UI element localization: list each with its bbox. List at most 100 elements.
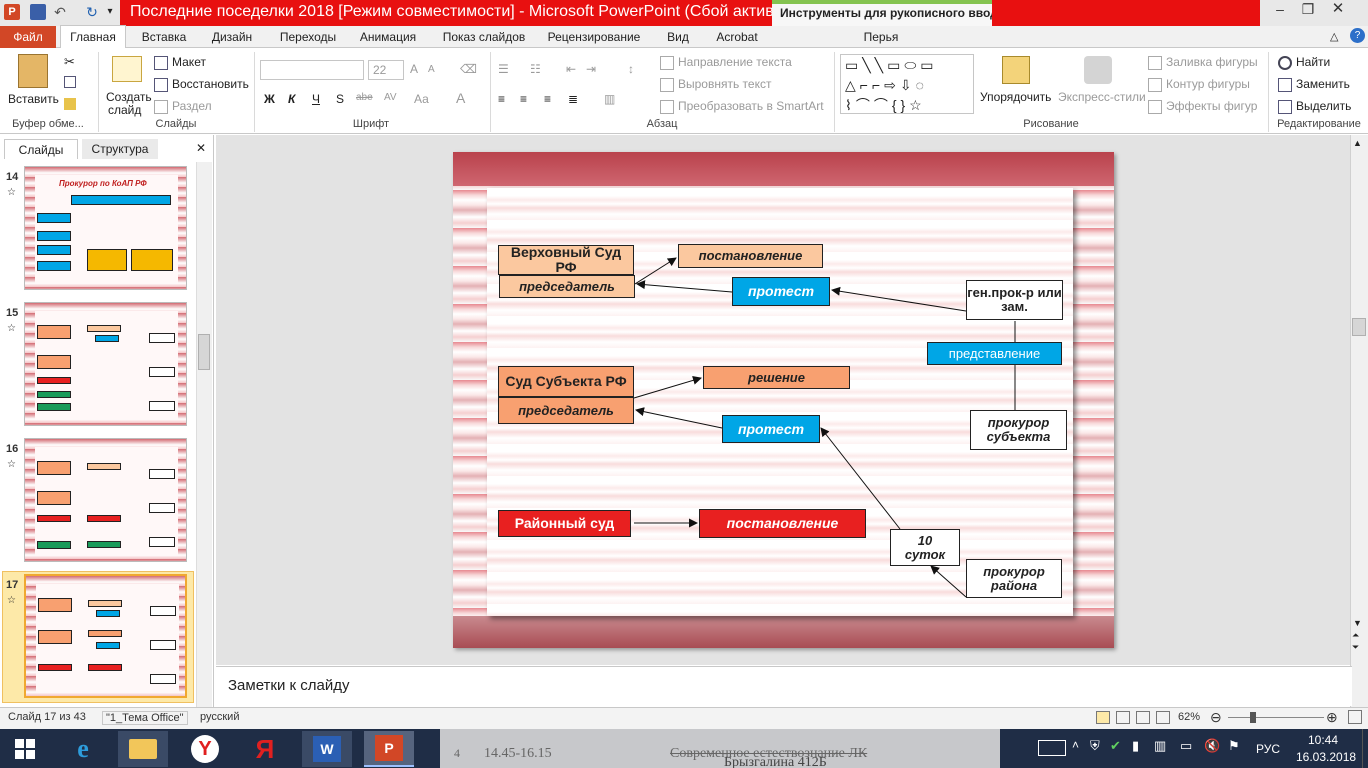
protest-box-2[interactable]: протест — [722, 415, 820, 443]
scroll-up-icon[interactable]: ▲ — [1353, 138, 1362, 148]
start-button[interactable] — [0, 731, 50, 767]
tab-file[interactable]: Файл — [0, 26, 56, 48]
italic-button[interactable]: К — [288, 92, 295, 106]
arrange-icon[interactable] — [1002, 56, 1030, 84]
bullets-icon[interactable]: ☰ — [498, 62, 509, 76]
justify-icon[interactable]: ≣ — [568, 92, 578, 106]
sync-icon[interactable]: ✔ — [1110, 738, 1121, 754]
zoom-out-icon[interactable]: ⊖ — [1210, 709, 1222, 726]
volume-muted-icon[interactable]: 🔇 — [1204, 738, 1220, 754]
zoom-slider[interactable] — [1228, 717, 1324, 718]
pane-scroll-thumb[interactable] — [198, 334, 210, 370]
slide-thumbnail-17[interactable] — [24, 574, 187, 698]
shield-icon[interactable]: ⛨ — [1090, 738, 1100, 754]
quick-styles-button[interactable]: Экспресс-стили — [1058, 90, 1146, 104]
redo-icon[interactable]: ↻ — [84, 4, 100, 20]
quick-styles-icon[interactable] — [1084, 56, 1112, 84]
tab-outline[interactable]: Структура — [82, 139, 158, 159]
fit-slide-icon[interactable] — [1348, 710, 1362, 724]
line-spacing-icon[interactable]: ↕ — [628, 62, 634, 76]
taskbar-ie[interactable]: e — [58, 731, 108, 767]
close-pane-icon[interactable]: ✕ — [196, 141, 206, 155]
format-painter-icon[interactable] — [64, 98, 76, 110]
close-button[interactable]: ✕ — [1320, 0, 1356, 20]
slide-thumbnail-16[interactable] — [24, 438, 187, 562]
grow-font-icon[interactable]: A — [410, 62, 418, 76]
underline-button[interactable]: Ч — [312, 92, 320, 106]
chairman-box-1[interactable]: председатель — [499, 275, 635, 298]
slide-sorter-icon[interactable] — [1116, 711, 1130, 724]
taskbar-word[interactable]: W — [302, 731, 352, 767]
new-slide-icon[interactable] — [112, 56, 142, 82]
next-slide-icon[interactable]: ⏷ — [1352, 642, 1359, 653]
select-button[interactable]: Выделить — [1278, 99, 1351, 114]
tab-review[interactable]: Рецензирование — [540, 26, 648, 48]
increase-indent-icon[interactable]: ⇥ — [586, 62, 596, 76]
tab-acrobat[interactable]: Acrobat — [708, 26, 766, 48]
clock-date[interactable]: 16.03.2018 — [1296, 750, 1356, 764]
zoom-in-icon[interactable]: ⊕ — [1326, 709, 1338, 726]
regional-prosecutor-box[interactable]: прокурор субъекта — [970, 410, 1067, 450]
tab-slideshow[interactable]: Показ слайдов — [434, 26, 534, 48]
language-indicator[interactable]: русский — [200, 711, 239, 723]
district-prosecutor-box[interactable]: прокурор района — [966, 559, 1062, 598]
tab-slides[interactable]: Слайды — [4, 139, 78, 159]
tab-design[interactable]: Дизайн — [202, 26, 262, 48]
decision-box[interactable]: решение — [703, 366, 850, 389]
arrange-button[interactable]: Упорядочить — [980, 90, 1051, 104]
reset-button[interactable]: Восстановить — [154, 77, 249, 92]
new-slide-button[interactable]: Создать — [106, 90, 152, 104]
gen-prosecutor-box[interactable]: ген.прок-р или зам. — [966, 280, 1063, 320]
font-size-combo[interactable]: 22 — [368, 60, 404, 80]
help-icon[interactable]: ? — [1350, 28, 1365, 43]
pane-scrollbar[interactable] — [196, 162, 212, 707]
align-left-icon[interactable]: ≡ — [498, 92, 505, 106]
tab-pens[interactable]: Перья — [846, 26, 916, 48]
notes-pane[interactable] — [216, 666, 1352, 706]
bold-button[interactable]: Ж — [264, 92, 275, 106]
tab-view[interactable]: Вид — [656, 26, 700, 48]
clear-format-icon[interactable]: ⌫ — [460, 62, 477, 76]
collapse-ribbon-icon[interactable]: △ — [1330, 30, 1338, 43]
flag-icon[interactable]: ⚑ — [1228, 738, 1240, 754]
replace-button[interactable]: Заменить — [1278, 77, 1350, 92]
protest-box-1[interactable]: протест — [732, 277, 830, 306]
taskbar-explorer[interactable] — [118, 731, 168, 767]
scroll-thumb[interactable] — [1352, 318, 1366, 336]
align-right-icon[interactable]: ≡ — [544, 92, 551, 106]
shadow-button[interactable]: S — [336, 92, 344, 106]
char-spacing-button[interactable]: AV — [384, 92, 397, 103]
text-direction-button[interactable]: Направление текста — [660, 55, 792, 70]
slide-thumbnail-14[interactable]: Прокурор по КоАП РФ — [24, 166, 187, 290]
strikethrough-button[interactable]: abe — [356, 92, 373, 103]
customize-quick-access-icon[interactable]: ▾ — [102, 4, 118, 20]
save-icon[interactable] — [30, 4, 46, 20]
network-icon[interactable]: ▥ — [1154, 738, 1166, 754]
normal-view-icon[interactable] — [1096, 711, 1110, 724]
paste-icon[interactable] — [18, 54, 48, 88]
shape-fill-button[interactable]: Заливка фигуры — [1148, 55, 1258, 70]
powerpoint-icon[interactable]: P — [4, 4, 20, 20]
slideshow-icon[interactable] — [1156, 711, 1170, 724]
numbering-icon[interactable]: ☷ — [530, 62, 541, 76]
align-text-button[interactable]: Выровнять текст — [660, 77, 771, 92]
notes-placeholder[interactable]: Заметки к слайду — [228, 677, 350, 694]
taskbar-yandex[interactable]: Я — [240, 731, 290, 767]
change-case-button[interactable]: Аа — [414, 92, 429, 106]
resolution-box-1[interactable]: постановление — [678, 244, 823, 268]
decrease-indent-icon[interactable]: ⇤ — [566, 62, 576, 76]
keyboard-icon[interactable] — [1038, 740, 1066, 756]
font-name-combo[interactable] — [260, 60, 364, 80]
clock-time[interactable]: 10:44 — [1308, 733, 1338, 747]
previous-slide-icon[interactable]: ⏶ — [1352, 630, 1359, 641]
section-button[interactable]: Раздел — [154, 99, 212, 114]
shape-effects-button[interactable]: Эффекты фигур — [1148, 99, 1257, 114]
columns-icon[interactable]: ▥ — [604, 92, 615, 106]
shapes-gallery[interactable]: ▭╲╲▭⬭▭ △⌐⌐⇨⇩◌ ⌇⌒⌒{}☆ — [840, 54, 974, 114]
new-slide-button-line2[interactable]: слайд — [108, 103, 141, 117]
cut-icon[interactable]: ✂ — [64, 54, 75, 70]
smartart-button[interactable]: Преобразовать в SmartArt — [660, 99, 824, 114]
usb-icon[interactable]: ▮ — [1132, 738, 1139, 754]
reading-view-icon[interactable] — [1136, 711, 1150, 724]
tray-expand-icon[interactable]: ˄ — [1072, 738, 1079, 752]
